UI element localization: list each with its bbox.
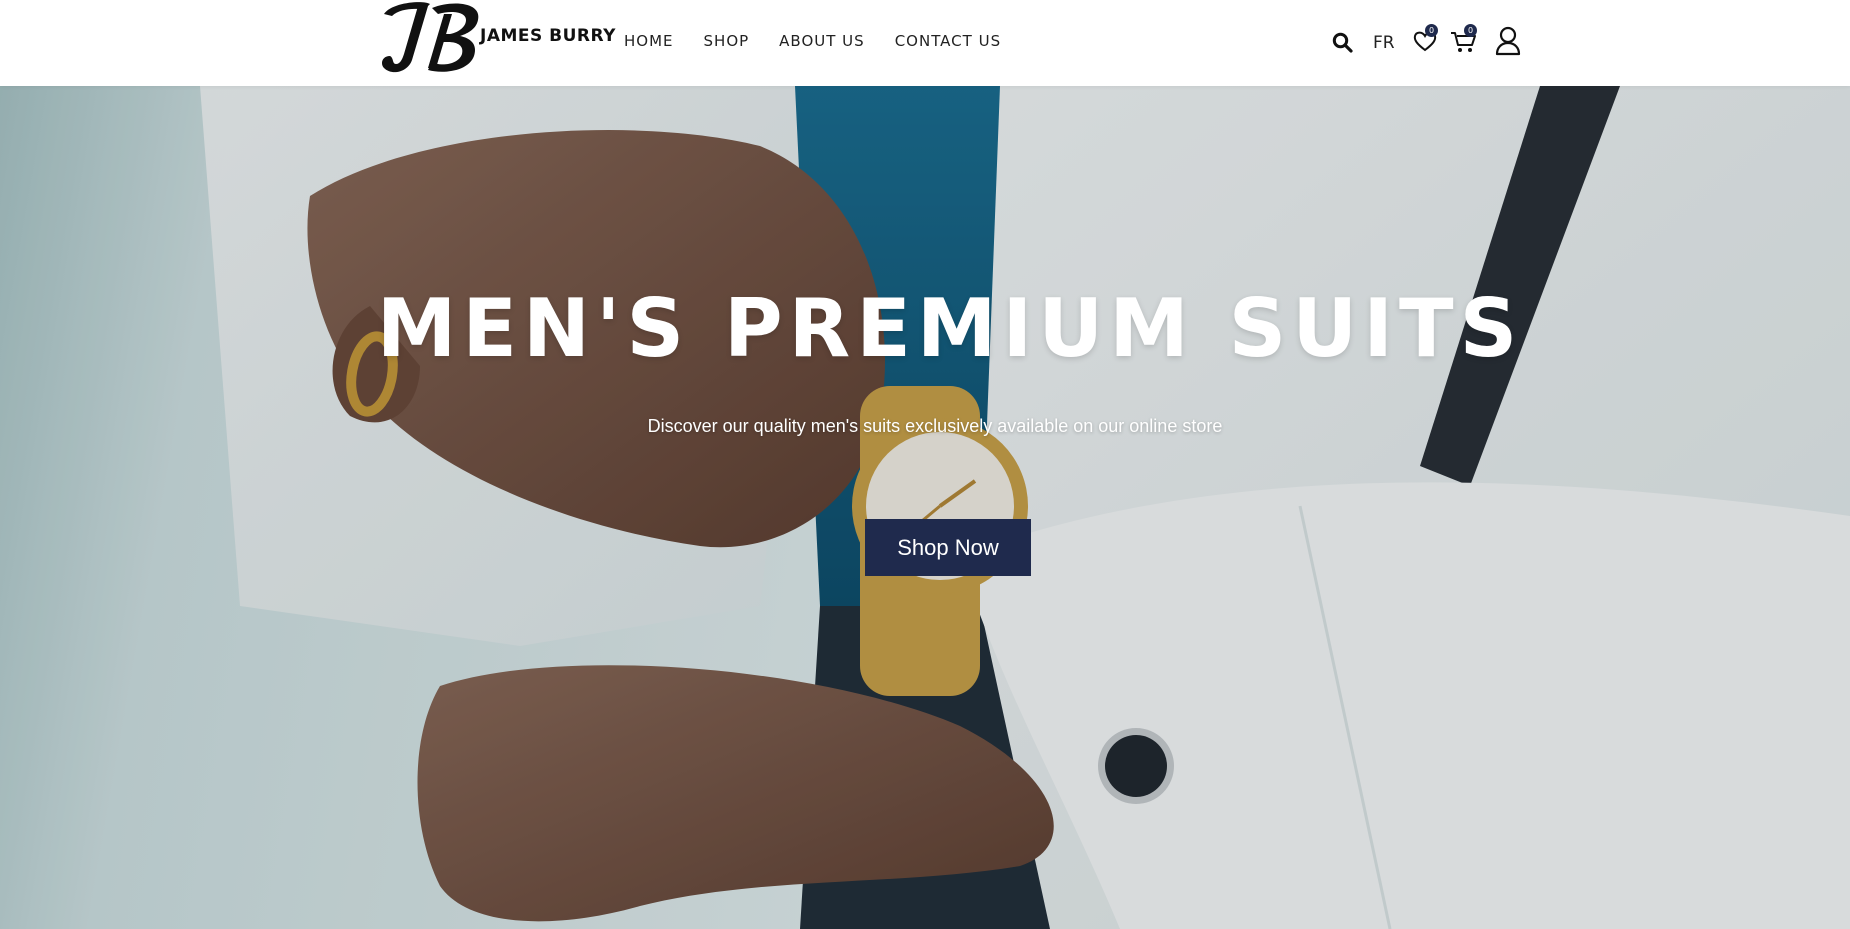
- site-header: JAMES BURRY HOME SHOP ABOUT US CONTACT U…: [0, 0, 1850, 86]
- hero-subtitle: Discover our quality men's suits exclusi…: [647, 416, 1223, 436]
- search-icon[interactable]: [1332, 32, 1353, 53]
- header-tools: FR 0 0: [1328, 24, 1528, 60]
- wishlist-button[interactable]: 0: [1413, 24, 1438, 52]
- user-icon: [1495, 26, 1521, 56]
- brand-name: JAMES BURRY: [480, 26, 616, 46]
- language-switch[interactable]: FR: [1373, 33, 1395, 53]
- shop-now-button[interactable]: Shop Now: [865, 519, 1031, 576]
- hero-banner: MEN'S PREMIUM SUITS Discover our quality…: [0, 86, 1850, 929]
- nav-item-contact-us[interactable]: CONTACT US: [895, 32, 1001, 50]
- account-button[interactable]: [1495, 26, 1521, 56]
- hero-overlay: [0, 86, 1850, 929]
- cart-count-badge: 0: [1464, 24, 1477, 37]
- jb-monogram-logo: [382, 2, 479, 73]
- main-nav: HOME SHOP ABOUT US CONTACT US: [624, 32, 1031, 50]
- brand-logo[interactable]: JAMES BURRY: [378, 0, 616, 76]
- nav-item-shop[interactable]: SHOP: [704, 32, 750, 50]
- nav-item-home[interactable]: HOME: [624, 32, 674, 50]
- cart-button[interactable]: 0: [1450, 24, 1478, 54]
- wishlist-count-badge: 0: [1425, 24, 1438, 37]
- nav-item-about-us[interactable]: ABOUT US: [779, 32, 865, 50]
- hero-title: MEN'S PREMIUM SUITS: [376, 282, 1524, 375]
